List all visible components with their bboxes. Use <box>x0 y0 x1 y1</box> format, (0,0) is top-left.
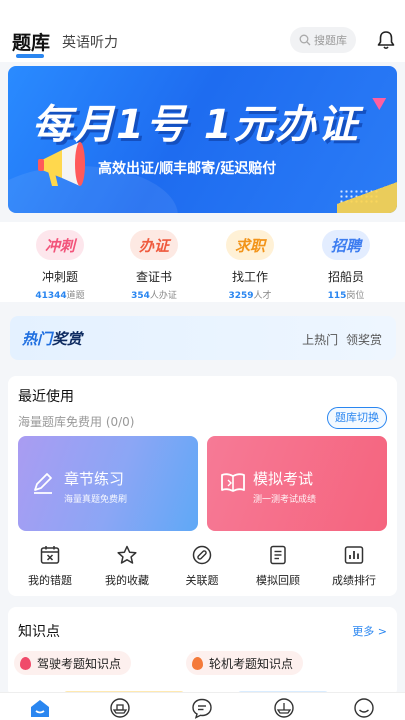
home-icon[interactable] <box>28 697 52 719</box>
flame-icon <box>20 656 31 670</box>
star-icon <box>117 545 137 564</box>
chat-icon[interactable] <box>190 697 214 719</box>
tab-english-listening[interactable]: 英语听力 <box>62 32 118 52</box>
my-favorites-button[interactable]: 我的收藏 <box>91 544 163 588</box>
tool-label: 成绩排行 <box>332 574 376 587</box>
quick-item-stat: 41344道题 <box>35 291 85 301</box>
knowledge-title: 知识点 <box>18 624 60 640</box>
top-bar: 题库 英语听力 搜题库 <box>0 0 405 62</box>
tab-active-indicator <box>16 54 44 58</box>
promo-banner[interactable]: 每月1号 1元办证 高效出证/顺丰邮寄/延迟赔付 <box>8 66 397 213</box>
score-ranking-button[interactable]: 成绩排行 <box>318 544 390 588</box>
calendar-x-icon <box>40 546 60 564</box>
quick-item-jobs[interactable]: 求职 找工作 3259人才 <box>210 230 290 301</box>
sprint-badge-icon: 冲刺 <box>36 230 84 260</box>
search-placeholder: 搜题库 <box>314 34 347 47</box>
quick-item-crew[interactable]: 招聘 招船员 115岗位 <box>306 230 386 301</box>
related-questions-button[interactable]: 关联题 <box>166 544 238 588</box>
document-icon <box>270 545 286 565</box>
recent-use-panel: 最近使用 海量题库免费用 (0/0) 题库切换 章节练习 海量真题免费刷 模拟考… <box>8 376 397 596</box>
mock-exam-title: 模拟考试 <box>253 470 314 488</box>
search-box[interactable]: 搜题库 <box>290 27 356 53</box>
mock-review-button[interactable]: 模拟回顾 <box>242 544 314 588</box>
profile-icon[interactable] <box>352 697 376 719</box>
quick-item-stat: 115岗位 <box>327 291 365 301</box>
tool-label: 模拟回顾 <box>256 574 300 587</box>
mock-exam-desc: 测一测考试成绩 <box>253 495 317 505</box>
switch-bank-button[interactable]: 题库切换 <box>327 407 387 429</box>
tool-row: 我的错题 我的收藏 关联题 模拟回顾 成绩排行 <box>8 544 397 594</box>
tool-label: 我的错题 <box>28 574 72 587</box>
search-icon <box>299 34 311 46</box>
pencil-icon <box>34 473 52 494</box>
chapter-practice-card[interactable]: 章节练习 海量真题免费刷 <box>18 436 198 531</box>
knowledge-more-link[interactable]: 更多 > <box>352 623 387 639</box>
quick-item-label: 招船员 <box>327 270 364 284</box>
knowledge-item-driving[interactable]: 驾驶考题知识点 <box>14 651 132 675</box>
recent-use-subtitle: 海量题库免费用 (0/0) <box>18 415 135 429</box>
my-mistakes-button[interactable]: 我的错题 <box>14 544 86 588</box>
quick-item-label: 查证书 <box>135 270 172 284</box>
bar-chart-icon <box>344 546 364 564</box>
hot-rewards-links: 上热门 领奖赏 <box>302 333 382 347</box>
quick-entries: 冲刺 冲刺题 41344道题 办证 查证书 354人办证 求职 找工作 3259… <box>0 222 405 302</box>
tool-label: 我的收藏 <box>105 574 149 587</box>
bell-icon[interactable] <box>375 29 397 51</box>
quick-item-sprint[interactable]: 冲刺 冲刺题 41344道题 <box>20 230 100 301</box>
certificate-badge-icon: 办证 <box>130 230 178 260</box>
quick-item-label: 冲刺题 <box>41 270 78 284</box>
link-icon <box>192 545 212 565</box>
tab-question-bank[interactable]: 题库 <box>12 28 50 55</box>
mock-exam-card[interactable]: 模拟考试 测一测考试成绩 <box>207 436 387 531</box>
decor-corner <box>337 173 397 213</box>
jobs-badge-icon: 求职 <box>226 230 274 260</box>
bottom-nav <box>0 692 405 720</box>
quick-item-label: 找工作 <box>231 270 268 284</box>
chapter-practice-title: 章节练习 <box>64 470 125 488</box>
crew-badge-icon: 招聘 <box>322 230 370 260</box>
book-icon <box>221 473 245 492</box>
quick-item-stat: 3259人才 <box>228 291 272 301</box>
knowledge-item-label: 驾驶考题知识点 <box>37 656 122 671</box>
knowledge-item-label: 轮机考题知识点 <box>209 656 294 671</box>
banner-subline: 高效出证/顺丰邮寄/延迟赔付 <box>98 161 277 177</box>
quick-item-certificate[interactable]: 办证 查证书 354人办证 <box>114 230 194 301</box>
tool-label: 关联题 <box>185 574 219 587</box>
quick-item-stat: 354人办证 <box>131 291 177 301</box>
megaphone-icon <box>38 142 85 186</box>
hot-rewards-title: 热门奖赏 <box>22 330 83 348</box>
hot-rewards-strip[interactable]: 热门奖赏 上热门 领奖赏 <box>10 316 396 360</box>
ship-icon[interactable] <box>108 697 132 719</box>
recent-use-title: 最近使用 <box>18 389 74 405</box>
flame-icon <box>192 656 203 670</box>
knowledge-panel: 知识点 更多 > 驾驶考题知识点 轮机考题知识点 <box>8 607 397 697</box>
chapter-practice-desc: 海量真题免费刷 <box>64 495 128 505</box>
knowledge-item-engine[interactable]: 轮机考题知识点 <box>186 651 304 675</box>
ship2-icon[interactable] <box>272 697 296 719</box>
decor-triangle <box>372 91 390 111</box>
